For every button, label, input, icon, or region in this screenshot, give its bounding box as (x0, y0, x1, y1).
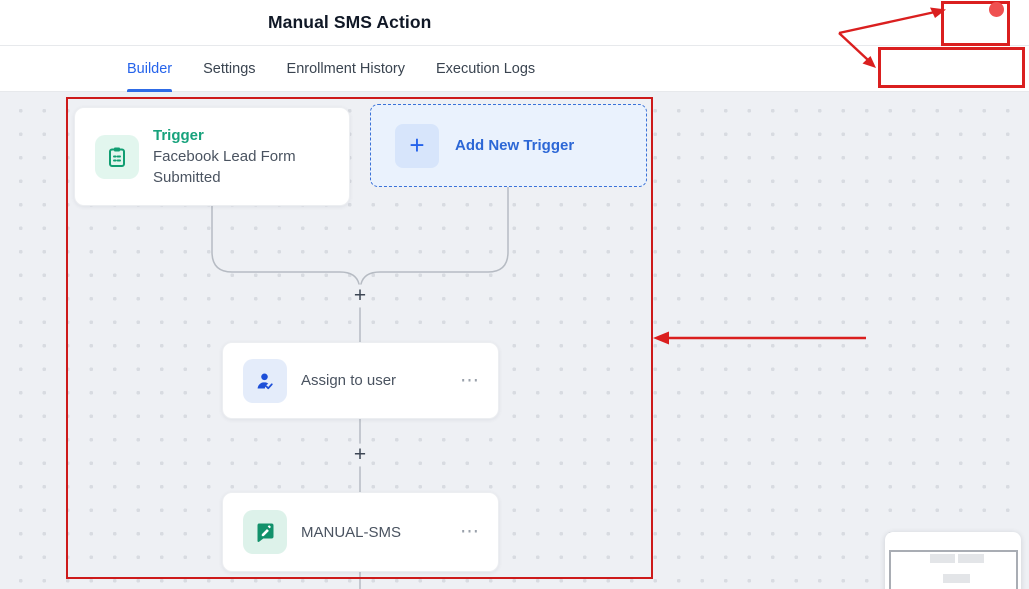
tab-execution-logs[interactable]: Execution Logs (436, 46, 535, 92)
header: Manual SMS Action (0, 0, 1029, 46)
add-new-trigger-label: Add New Trigger (455, 137, 574, 154)
card-menu-button[interactable]: ⋯ (460, 521, 480, 544)
action-card-assign-to-user[interactable]: Assign to user ⋯ (222, 342, 499, 419)
tab-enrollment-history[interactable]: Enrollment History (287, 46, 405, 92)
clipboard-icon (95, 135, 139, 179)
tab-bar: Builder Settings Enrollment History Exec… (0, 46, 1029, 92)
chat-pencil-icon (243, 510, 287, 554)
add-step-button[interactable]: + (350, 445, 370, 465)
add-new-trigger-button[interactable]: + Add New Trigger (370, 104, 647, 187)
minimap-node (958, 554, 984, 563)
action-card-label: Assign to user (301, 372, 396, 389)
add-step-button[interactable]: + (350, 286, 370, 306)
plus-icon: + (395, 124, 439, 168)
card-menu-button[interactable]: ⋯ (460, 369, 480, 392)
canvas-minimap[interactable] (885, 532, 1021, 589)
page-title: Manual SMS Action (268, 12, 431, 33)
action-card-label: MANUAL-SMS (301, 524, 401, 541)
trigger-card-subtitle: Facebook Lead Form Submitted (153, 146, 313, 188)
minimap-node (943, 574, 970, 583)
person-check-icon (243, 359, 287, 403)
minimap-viewport (889, 550, 1018, 589)
trigger-card[interactable]: Trigger Facebook Lead Form Submitted (74, 107, 350, 206)
action-card-manual-sms[interactable]: MANUAL-SMS ⋯ (222, 492, 499, 572)
trigger-card-title: Trigger (153, 125, 313, 146)
tab-builder[interactable]: Builder (127, 46, 172, 92)
minimap-node (930, 554, 955, 563)
tab-settings[interactable]: Settings (203, 46, 255, 92)
